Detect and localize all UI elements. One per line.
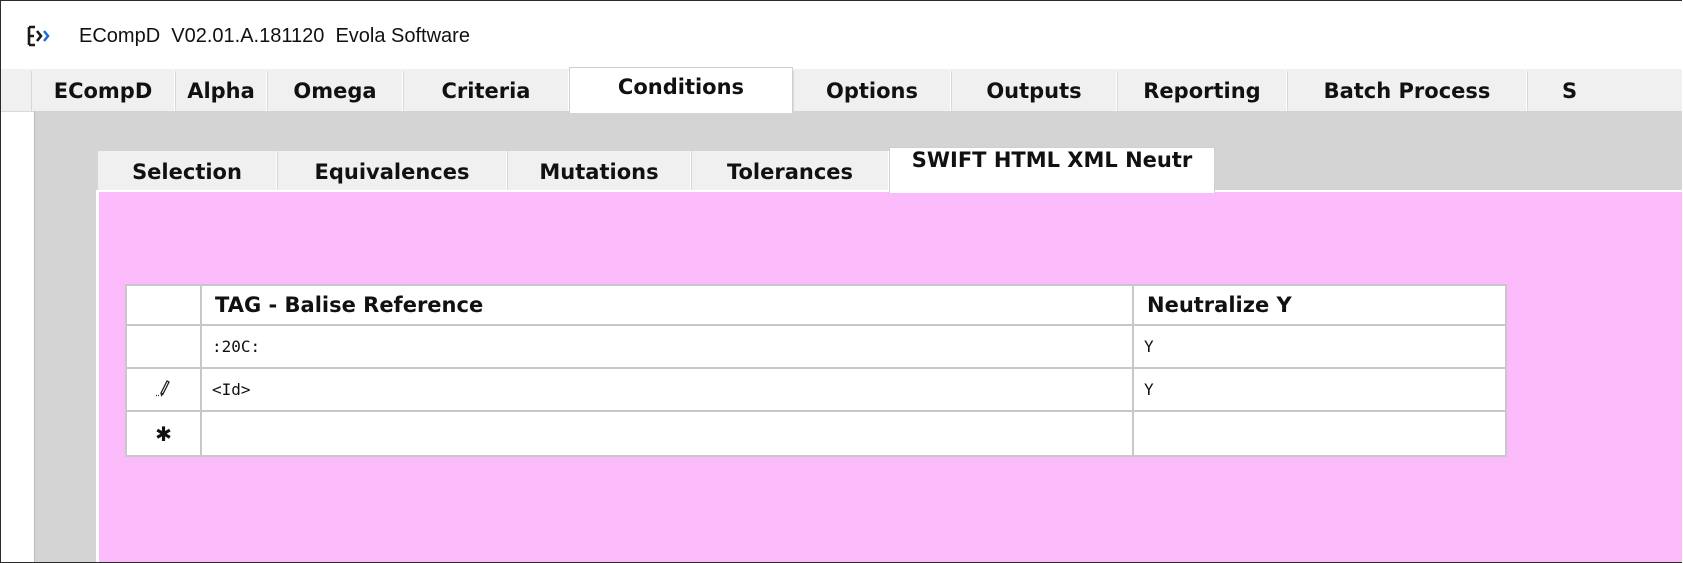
tag-cell[interactable] xyxy=(200,410,1134,457)
neutralize-cell[interactable]: Y xyxy=(1132,324,1507,369)
grid-header-row: TAG - Balise Reference Neutralize Y xyxy=(125,284,1507,326)
tab-ecompd[interactable]: ECompD xyxy=(31,71,175,111)
window-title: ECompD V02.01.A.181120 Evola Software xyxy=(79,25,470,47)
subtab-tolerances[interactable]: Tolerances xyxy=(691,151,889,191)
tab-reporting[interactable]: Reporting xyxy=(1117,71,1287,111)
tab-omega[interactable]: Omega xyxy=(267,71,403,111)
tag-cell[interactable]: :20C: xyxy=(200,324,1134,369)
subtab-selection[interactable]: Selection xyxy=(97,151,277,191)
tab-s[interactable]: S xyxy=(1527,71,1682,111)
tab-batch-process[interactable]: Batch Process xyxy=(1287,71,1527,111)
subtab-equivalences[interactable]: Equivalences xyxy=(277,151,507,191)
row-selector-header[interactable] xyxy=(125,284,202,326)
table-row: <Id> Y xyxy=(125,367,1507,412)
neutralize-cell[interactable]: Y xyxy=(1132,367,1507,412)
row-selector[interactable] xyxy=(125,367,202,412)
column-header-tag[interactable]: TAG - Balise Reference xyxy=(200,284,1134,326)
tag-cell[interactable]: <Id> xyxy=(200,367,1134,412)
app-window: ECompD V02.01.A.181120 Evola Software EC… xyxy=(0,0,1682,563)
new-row: ✱ xyxy=(125,410,1507,457)
tab-criteria[interactable]: Criteria xyxy=(403,71,569,111)
column-header-neutralize[interactable]: Neutralize Y xyxy=(1132,284,1507,326)
tab-conditions[interactable]: Conditions xyxy=(569,67,793,113)
pencil-icon xyxy=(154,376,174,403)
title-bar: ECompD V02.01.A.181120 Evola Software xyxy=(1,1,1682,69)
tab-alpha[interactable]: Alpha xyxy=(175,71,267,111)
app-logo-icon xyxy=(26,25,54,47)
neutralize-grid: TAG - Balise Reference Neutralize Y :20C… xyxy=(125,284,1507,457)
asterisk-icon: ✱ xyxy=(155,421,172,446)
subtab-mutations[interactable]: Mutations xyxy=(507,151,691,191)
row-selector[interactable] xyxy=(125,324,202,369)
tab-options[interactable]: Options xyxy=(793,71,951,111)
row-selector[interactable]: ✱ xyxy=(125,410,202,457)
table-row: :20C: Y xyxy=(125,324,1507,369)
neutralize-cell[interactable] xyxy=(1132,410,1507,457)
tab-outputs[interactable]: Outputs xyxy=(951,71,1117,111)
subtab-swift-html-xml-neutr[interactable]: SWIFT HTML XML Neutr xyxy=(889,147,1215,193)
